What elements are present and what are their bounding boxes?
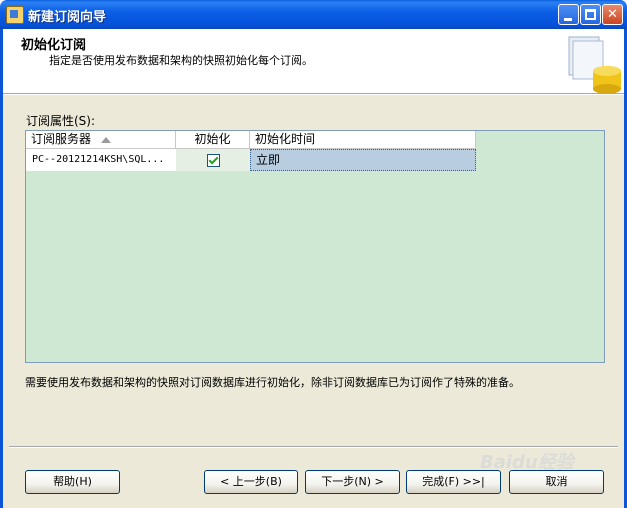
subscriber-cell[interactable]: PC--20121214KSH\SQL... <box>26 149 176 171</box>
wizard-icon <box>6 6 24 24</box>
initialize-checkbox[interactable] <box>206 154 220 167</box>
watermark: Baidu经验 <box>480 452 574 473</box>
next-button[interactable]: 下一步(N) > <box>305 470 400 494</box>
wizard-header: 初始化订阅 指定是否使用发布数据和架构的快照初始化每个订阅。 <box>3 29 624 93</box>
window-title: 新建订阅向导 <box>28 10 107 25</box>
init-time-cell[interactable]: 立即 <box>250 149 476 171</box>
grid-label: 订阅属性(S): <box>26 114 96 128</box>
page-description: 指定是否使用发布数据和架构的快照初始化每个订阅。 <box>49 54 313 67</box>
table-row[interactable]: PC--20121214KSH\SQL... 立即 <box>26 149 476 171</box>
maximize-icon <box>585 9 596 20</box>
grid-header: 订阅服务器 初始化 初始化时间 <box>26 131 476 149</box>
subscription-properties-grid[interactable]: 订阅服务器 初始化 初始化时间 PC--20121214KSH\SQL... 立… <box>25 130 605 363</box>
column-header-initialize[interactable]: 初始化 <box>176 131 250 148</box>
page-title: 初始化订阅 <box>21 38 87 53</box>
title-bar[interactable]: 新建订阅向导 ✕ <box>0 0 627 29</box>
help-button[interactable]: 帮助(H) <box>25 470 120 494</box>
minimize-icon <box>564 18 572 21</box>
wizard-body: 订阅属性(S): 订阅服务器 初始化 初始化时间 PC--20121214KSH… <box>3 95 624 508</box>
initialize-cell[interactable] <box>176 149 250 171</box>
column-header-label: 订阅服务器 <box>31 132 92 146</box>
close-icon: ✕ <box>607 7 618 22</box>
close-button[interactable]: ✕ <box>602 4 623 25</box>
column-header-init-time[interactable]: 初始化时间 <box>250 131 476 148</box>
database-icon <box>568 36 621 93</box>
sort-ascending-icon <box>101 136 112 143</box>
hint-text: 需要使用发布数据和架构的快照对订阅数据库进行初始化，除非订阅数据库已为订阅作了特… <box>25 376 520 389</box>
minimize-button[interactable] <box>558 4 579 25</box>
back-button[interactable]: < 上一步(B) <box>204 470 298 494</box>
maximize-button[interactable] <box>580 4 601 25</box>
column-header-subscriber[interactable]: 订阅服务器 <box>26 131 176 148</box>
